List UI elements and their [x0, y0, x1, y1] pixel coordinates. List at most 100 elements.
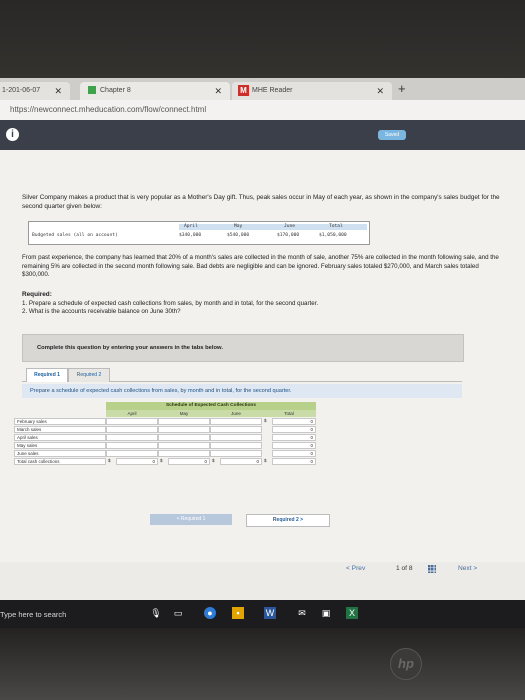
june-input[interactable] — [210, 434, 262, 441]
taskbar-search[interactable]: Type here to search — [0, 610, 66, 619]
question-content: Silver Company makes a product that is v… — [0, 150, 525, 562]
task-view-icon[interactable]: ▭ — [172, 607, 184, 619]
sales-budget-table: April May June Total Budgeted sales (all… — [28, 221, 370, 245]
screen: 1-201-06-07 ✕ Chapter 8 ✕ M MHE Reader ✕… — [0, 78, 525, 600]
prev-page-button[interactable]: < Prev — [346, 565, 365, 572]
hp-logo: hp — [390, 648, 422, 680]
budget-value-may: $540,000 — [227, 233, 250, 238]
april-input[interactable] — [106, 442, 158, 449]
april-input[interactable] — [106, 418, 158, 425]
row-label: May sales — [14, 442, 106, 449]
close-icon[interactable]: ✕ — [376, 82, 384, 100]
excel-icon[interactable]: X — [346, 607, 358, 619]
row-label: March sales — [14, 426, 106, 433]
prev-required-button[interactable]: < Required 1 — [150, 514, 232, 525]
problem-experience: From past experience, the company has le… — [22, 254, 499, 278]
grid-icon[interactable] — [428, 565, 436, 573]
store-icon[interactable]: ▣ — [320, 607, 332, 619]
budget-header-april: April — [184, 224, 198, 229]
question-pager: < Prev 1 of 8 Next > — [0, 562, 525, 578]
total-june: 0 — [220, 458, 262, 465]
tab-required-1[interactable]: Required 1 — [26, 368, 68, 382]
budget-header-total: Total — [329, 224, 343, 229]
monitor-bezel-bottom — [0, 628, 525, 700]
may-input[interactable] — [158, 450, 210, 457]
table-row: February sales $ 0 — [14, 418, 316, 425]
app-header: i Saved — [0, 120, 525, 150]
table-row: March sales 0 — [14, 426, 316, 433]
browser-tab-chapter[interactable]: Chapter 8 ✕ — [80, 82, 230, 100]
sub-instruction-text: Prepare a schedule of expected cash coll… — [30, 388, 292, 394]
table-row: June sales 0 — [14, 450, 316, 457]
row-label: Total cash collections — [14, 458, 106, 465]
row-total: 0 — [272, 418, 316, 425]
word-icon[interactable]: W — [264, 607, 276, 619]
next-required-button[interactable]: Required 2 > — [246, 514, 330, 527]
browser-tab-bar: 1-201-06-07 ✕ Chapter 8 ✕ M MHE Reader ✕… — [0, 78, 525, 100]
mail-icon[interactable]: ✉ — [296, 607, 308, 619]
april-input[interactable] — [106, 450, 158, 457]
total-total: 0 — [272, 458, 316, 465]
required-title: Required: — [22, 291, 52, 298]
dollar-sign: $ — [212, 458, 215, 463]
april-input[interactable] — [106, 426, 158, 433]
address-bar[interactable]: https://newconnect.mheducation.com/flow/… — [0, 100, 525, 121]
budget-value-april: $340,000 — [179, 233, 202, 238]
saved-badge: Saved — [378, 130, 406, 140]
budget-value-total: $1,050,000 — [319, 233, 347, 238]
row-label: February sales — [14, 418, 106, 425]
dollar-sign: $ — [108, 458, 111, 463]
dollar-sign: $ — [264, 418, 267, 423]
file-explorer-icon[interactable]: ▪ — [232, 607, 244, 619]
may-input[interactable] — [158, 442, 210, 449]
schedule-title: Schedule of Expected Cash Collections — [106, 402, 316, 410]
row-label: June sales — [14, 450, 106, 457]
tab-label: Chapter 8 — [100, 87, 131, 94]
page-position: 1 of 8 — [396, 565, 413, 572]
dollar-sign: $ — [160, 458, 163, 463]
new-tab-icon[interactable]: + — [398, 81, 406, 96]
chapter-favicon-icon — [88, 86, 96, 94]
instructions-box: Complete this question by entering your … — [22, 334, 464, 362]
row-total: 0 — [272, 426, 316, 433]
microphone-icon[interactable]: 🎙 — [150, 607, 162, 619]
col-header-june: June — [210, 410, 262, 417]
sub-instruction: Prepare a schedule of expected cash coll… — [22, 384, 462, 398]
tab-required-2[interactable]: Required 2 — [68, 368, 110, 382]
url-text: https://newconnect.mheducation.com/flow/… — [10, 105, 207, 114]
total-may: 0 — [168, 458, 210, 465]
close-icon[interactable]: ✕ — [54, 82, 62, 100]
table-row: April sales 0 — [14, 434, 316, 441]
required-list: 1. Prepare a schedule of expected cash c… — [22, 300, 318, 316]
chrome-icon[interactable]: ● — [204, 607, 216, 619]
budget-header-may: May — [234, 224, 243, 229]
budget-value-june: $170,000 — [277, 233, 300, 238]
close-icon[interactable]: ✕ — [214, 82, 222, 100]
problem-intro: Silver Company makes a product that is v… — [22, 194, 500, 210]
row-total: 0 — [272, 434, 316, 441]
table-row: May sales 0 — [14, 442, 316, 449]
next-page-button[interactable]: Next > — [458, 565, 477, 572]
required-item-1: 1. Prepare a schedule of expected cash c… — [22, 300, 319, 307]
june-input[interactable] — [210, 442, 262, 449]
budget-header-june: June — [284, 224, 296, 229]
may-input[interactable] — [158, 418, 210, 425]
row-total: 0 — [272, 442, 316, 449]
info-icon[interactable]: i — [6, 128, 19, 141]
table-row-total: Total cash collections $ 0 $ 0 $ 0 $ 0 — [14, 458, 316, 465]
june-input[interactable] — [210, 418, 262, 425]
row-label: April sales — [14, 434, 106, 441]
april-input[interactable] — [106, 434, 158, 441]
may-input[interactable] — [158, 426, 210, 433]
col-header-may: May — [158, 410, 210, 417]
june-input[interactable] — [210, 426, 262, 433]
required-item-2: 2. What is the accounts receivable balan… — [22, 308, 181, 315]
monitor-bezel-top — [0, 0, 525, 78]
budget-row-label: Budgeted sales (all on account) — [32, 233, 118, 238]
may-input[interactable] — [158, 434, 210, 441]
june-input[interactable] — [210, 450, 262, 457]
total-april: 0 — [116, 458, 158, 465]
instructions-text: Complete this question by entering your … — [37, 345, 223, 351]
browser-tab-mhe-reader[interactable]: M MHE Reader ✕ — [232, 82, 392, 100]
browser-tab-1[interactable]: 1-201-06-07 ✕ — [0, 82, 70, 100]
